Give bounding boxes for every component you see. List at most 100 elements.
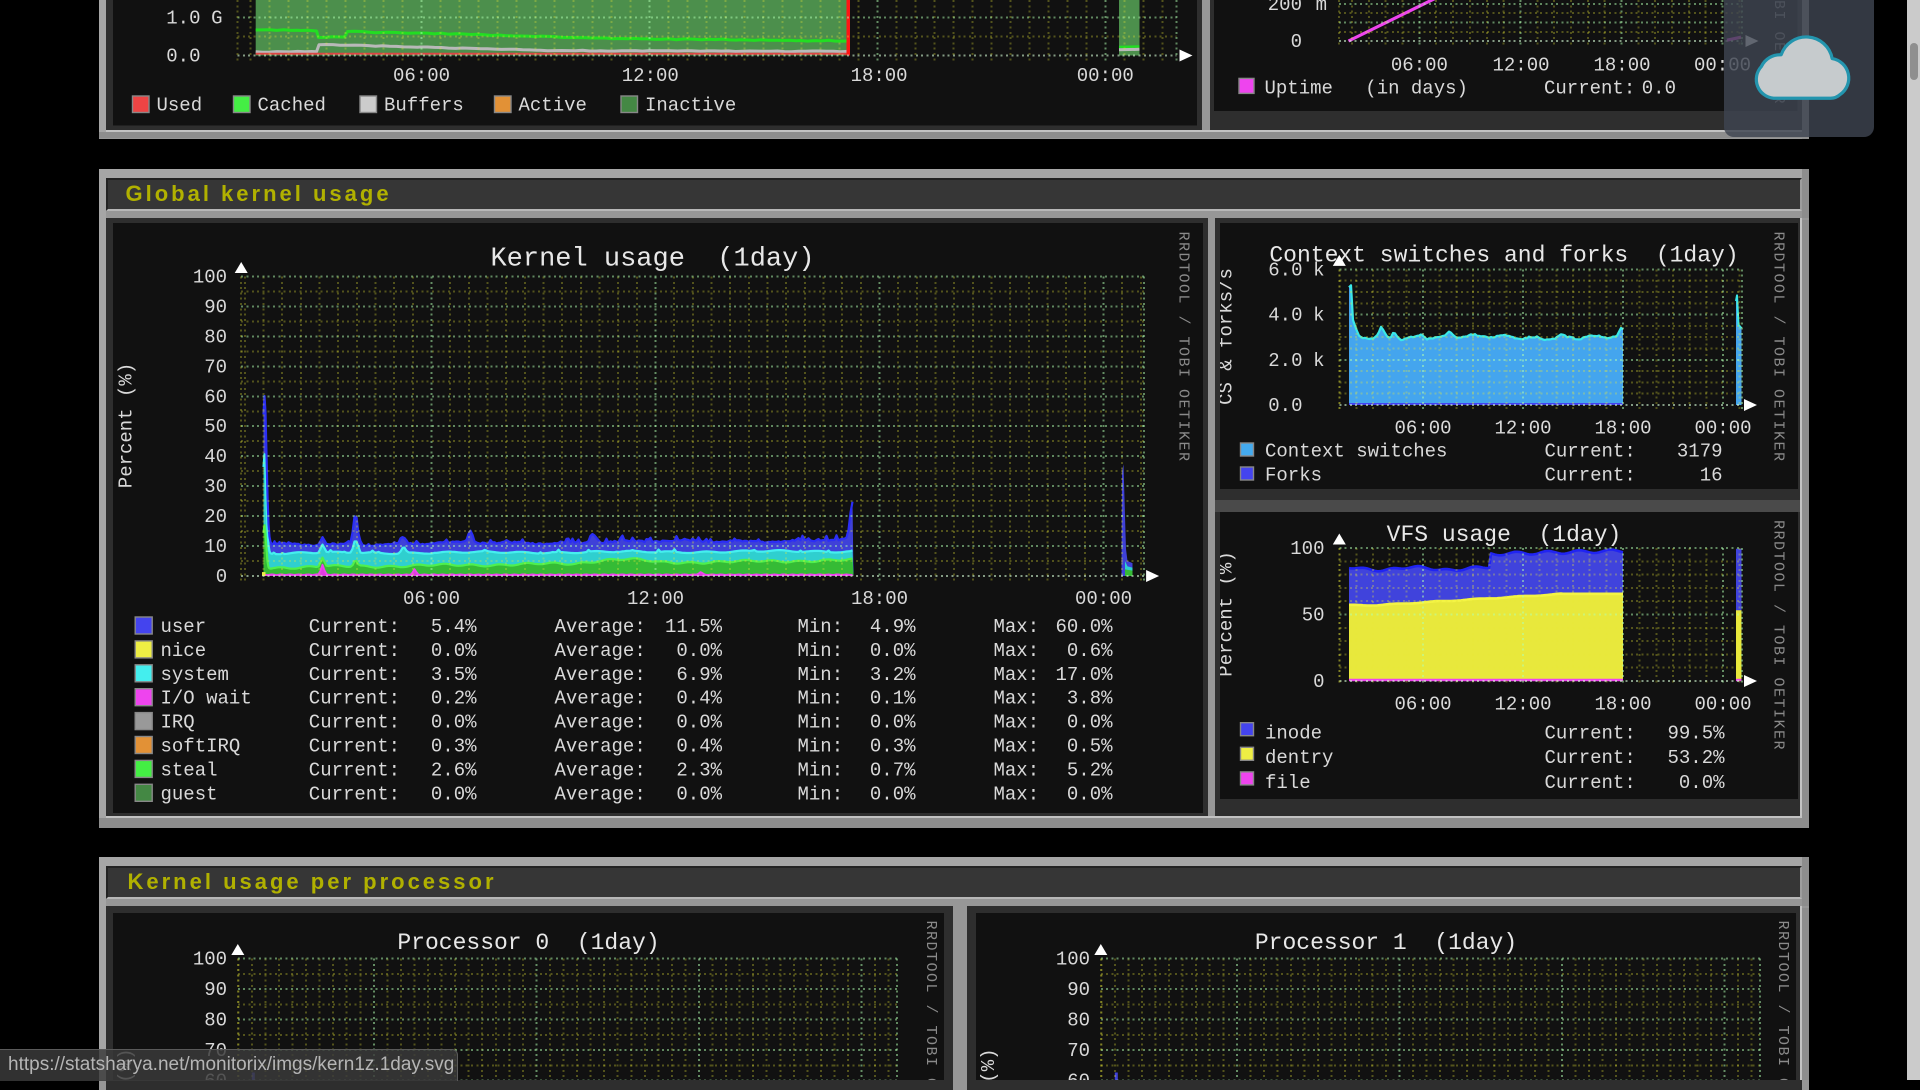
- svg-text:k: k: [1313, 349, 1324, 371]
- svg-text:Uptime: Uptime: [1265, 78, 1333, 100]
- svg-text:Min:: Min:: [797, 687, 843, 709]
- svg-text:0.1%: 0.1%: [869, 687, 915, 709]
- svg-text:Current:: Current:: [308, 639, 399, 661]
- svg-text:Current:: Current:: [308, 687, 399, 709]
- svg-text:2.0: 2.0: [1268, 349, 1302, 371]
- svg-text:00:00: 00:00: [1694, 417, 1751, 439]
- svg-text:Min:: Min:: [797, 639, 843, 661]
- svg-text:Average:: Average:: [554, 639, 645, 661]
- svg-text:20: 20: [204, 506, 227, 528]
- svg-text:Average:: Average:: [554, 616, 645, 638]
- svg-text:30: 30: [204, 476, 227, 498]
- svg-text:0.0%: 0.0%: [1678, 772, 1724, 794]
- svg-text:0.0: 0.0: [1642, 78, 1676, 100]
- svg-text:RRDTOOL / TOBI OETIKER: RRDTOOL / TOBI OETIKER: [1769, 520, 1786, 751]
- svg-text:0.3%: 0.3%: [869, 735, 915, 757]
- svg-text:90: 90: [1067, 979, 1090, 1001]
- svg-text:Percent (%): Percent (%): [978, 1048, 1000, 1080]
- svg-text:99.5%: 99.5%: [1667, 723, 1725, 745]
- svg-text:file: file: [1265, 772, 1311, 794]
- svg-text:90: 90: [204, 296, 227, 318]
- svg-text:16: 16: [1699, 464, 1722, 486]
- svg-text:53.2%: 53.2%: [1667, 747, 1725, 769]
- svg-text:100: 100: [192, 266, 226, 288]
- svg-text:80: 80: [204, 326, 227, 348]
- svg-text:2.3%: 2.3%: [676, 759, 722, 781]
- svg-text:0: 0: [1291, 31, 1302, 53]
- svg-text:Average:: Average:: [554, 783, 645, 805]
- svg-text:3.5%: 3.5%: [430, 663, 476, 685]
- svg-text:Active: Active: [518, 95, 586, 117]
- svg-text:Context switches: Context switches: [1265, 440, 1447, 462]
- svg-text:100: 100: [1055, 948, 1089, 970]
- svg-text:Current:: Current:: [1544, 440, 1635, 462]
- svg-text:Current:: Current:: [1544, 78, 1635, 100]
- svg-text:Processor 1 (1day): Processor 1 (1day): [1254, 930, 1516, 956]
- svg-text:60: 60: [204, 386, 227, 408]
- svg-text:Max:: Max:: [993, 639, 1039, 661]
- svg-text:18:00: 18:00: [850, 588, 907, 610]
- svg-text:0.6%: 0.6%: [1066, 639, 1112, 661]
- svg-text:Min:: Min:: [797, 616, 843, 638]
- svg-text:Kernel usage (1day): Kernel usage (1day): [490, 244, 814, 274]
- svg-text:4.9%: 4.9%: [869, 616, 915, 638]
- svg-text:0.5%: 0.5%: [1066, 735, 1112, 757]
- svg-text:5.2%: 5.2%: [1066, 759, 1112, 781]
- svg-text:80: 80: [1067, 1009, 1090, 1031]
- svg-text:12:00: 12:00: [1492, 55, 1549, 77]
- svg-text:Min:: Min:: [797, 759, 843, 781]
- svg-text:RRDTOOL / TOBI OETIKER: RRDTOOL / TOBI OETIKER: [1774, 920, 1791, 1080]
- svg-text:100: 100: [1290, 538, 1324, 560]
- svg-text:dentry: dentry: [1265, 747, 1333, 769]
- svg-text:Current:: Current:: [1544, 723, 1635, 745]
- svg-text:Current:: Current:: [308, 759, 399, 781]
- svg-text:(in days): (in days): [1365, 78, 1468, 100]
- svg-text:0.0%: 0.0%: [676, 639, 722, 661]
- svg-text:06:00: 06:00: [402, 588, 459, 610]
- svg-text:Average:: Average:: [554, 759, 645, 781]
- svg-text:Max:: Max:: [993, 711, 1039, 733]
- svg-text:k: k: [1313, 304, 1324, 326]
- svg-text:06:00: 06:00: [1391, 55, 1448, 77]
- svg-text:system: system: [160, 663, 228, 685]
- svg-text:0.0%: 0.0%: [869, 639, 915, 661]
- svg-text:6.9%: 6.9%: [676, 663, 722, 685]
- svg-text:Current:: Current:: [308, 711, 399, 733]
- svg-text:18:00: 18:00: [1594, 417, 1651, 439]
- svg-text:Percent (%): Percent (%): [1220, 551, 1238, 676]
- svg-text:Processor 0 (1day): Processor 0 (1day): [397, 930, 659, 956]
- svg-text:0.0%: 0.0%: [676, 711, 722, 733]
- svg-text:Current:: Current:: [1544, 772, 1635, 794]
- svg-text:3.2%: 3.2%: [869, 663, 915, 685]
- svg-text:0.0: 0.0: [1268, 395, 1302, 417]
- svg-text:Min:: Min:: [797, 663, 843, 685]
- svg-text:12:00: 12:00: [621, 65, 678, 87]
- svg-text:0.3%: 0.3%: [430, 735, 476, 757]
- svg-text:RRDTOOL / TOBI OETIKER: RRDTOOL / TOBI OETIKER: [922, 920, 939, 1080]
- svg-text:3179: 3179: [1676, 440, 1722, 462]
- svg-text:Max:: Max:: [993, 735, 1039, 757]
- svg-text:100: 100: [192, 948, 226, 970]
- svg-text:4.0: 4.0: [1268, 304, 1302, 326]
- svg-text:Max:: Max:: [993, 663, 1039, 685]
- svg-text:90: 90: [204, 979, 227, 1001]
- svg-text:Buffers: Buffers: [384, 95, 464, 117]
- svg-text:I/O wait: I/O wait: [160, 687, 251, 709]
- svg-text:12:00: 12:00: [1494, 417, 1551, 439]
- svg-text:Percent (%): Percent (%): [115, 362, 137, 487]
- svg-text:17.0%: 17.0%: [1055, 663, 1113, 685]
- svg-text:1.0: 1.0: [166, 8, 200, 30]
- svg-text:0.0%: 0.0%: [1066, 711, 1112, 733]
- svg-text:06:00: 06:00: [1394, 417, 1451, 439]
- svg-text:Average:: Average:: [554, 711, 645, 733]
- svg-text:12:00: 12:00: [1494, 694, 1551, 716]
- svg-text:RRDTOOL / TOBI OETIKER: RRDTOOL / TOBI OETIKER: [1174, 231, 1191, 462]
- svg-text:3.8%: 3.8%: [1066, 687, 1112, 709]
- svg-text:50: 50: [1301, 605, 1324, 627]
- svg-text:VFS usage (1day): VFS usage (1day): [1386, 522, 1621, 548]
- svg-text:m: m: [1316, 0, 1327, 16]
- svg-text:user: user: [160, 616, 206, 638]
- svg-text:0.0%: 0.0%: [430, 639, 476, 661]
- svg-text:0.0%: 0.0%: [430, 783, 476, 805]
- svg-text:RRDTOOL / TOBI OETIKER: RRDTOOL / TOBI OETIKER: [1769, 231, 1786, 462]
